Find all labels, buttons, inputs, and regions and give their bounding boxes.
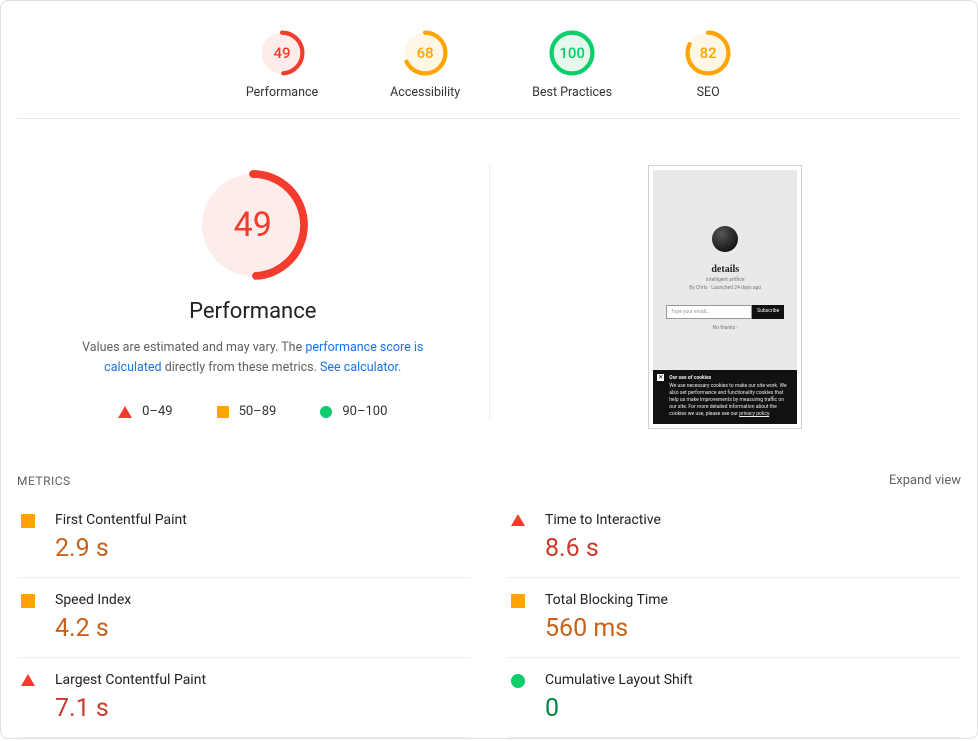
score-value: 100 [548,29,596,77]
score-performance[interactable]: 49 Performance [246,29,318,100]
score-legend: 0–49 50–89 90–100 [41,404,465,419]
triangle-red-icon [511,514,525,526]
legend-fail: 0–49 [118,404,172,419]
legend-average: 50–89 [217,404,277,419]
preview-nothanks: No thanks › [713,325,738,331]
metric-name: Cumulative Layout Shift [545,672,693,688]
page-screenshot-container: details intelligent artifice By Chris · … [490,165,962,429]
metrics-header: METRICS Expand view [17,469,961,498]
metric-total-blocking-time[interactable]: Total Blocking Time 560 ms [507,578,961,658]
expand-view-button[interactable]: Expand view [889,473,961,488]
score-value: 49 [258,29,306,77]
metric-value: 0 [545,694,693,723]
square-orange-icon [511,594,525,608]
metric-value: 2.9 s [55,534,187,563]
desc-text: Values are estimated and may vary. The [82,340,305,355]
preview-title: details [711,264,739,275]
preview-email-input: Type your email… [666,305,752,319]
square-orange-icon [217,406,229,418]
see-calculator-link[interactable]: See calculator. [320,360,401,375]
score-label: Accessibility [390,85,460,100]
metric-value: 8.6 s [545,534,661,563]
score-value: 82 [684,29,732,77]
preview-cookie-link: privacy policy [739,411,769,417]
metric-speed-index[interactable]: Speed Index 4.2 s [17,578,471,658]
metric-value: 4.2 s [55,614,131,643]
legend-range: 0–49 [142,404,172,419]
page-screenshot: details intelligent artifice By Chris · … [648,165,802,429]
gauge-seo: 82 [684,29,732,77]
metric-name: Time to Interactive [545,512,661,528]
preview-logo-icon [712,226,738,252]
metric-value: 560 ms [545,614,668,643]
score-seo[interactable]: 82 SEO [684,29,732,100]
category-title: Performance [41,299,465,324]
score-accessibility[interactable]: 68 Accessibility [390,29,460,100]
square-orange-icon [21,594,35,608]
score-value-large: 49 [193,165,313,285]
preview-cookie-close-icon: ✕ [657,374,664,381]
score-best-practices[interactable]: 100 Best Practices [532,29,612,100]
category-description: Values are estimated and may vary. The p… [53,338,453,378]
preview-cookie-title: Our use of cookies [669,375,791,382]
gauge-best-practices: 100 [548,29,596,77]
category-detail-left: 49 Performance Values are estimated and … [17,165,490,419]
gauge-performance: 49 [258,29,306,77]
circle-green-icon [320,406,332,418]
metrics-grid: First Contentful Paint 2.9 s Time to Int… [17,498,961,738]
metric-largest-contentful-paint[interactable]: Largest Contentful Paint 7.1 s [17,658,471,738]
preview-cookie-body: We use necessary cookies to make our sit… [669,383,786,417]
gauge-performance-large: 49 [193,165,313,285]
score-label: Best Practices [532,85,612,100]
lighthouse-report-card: 49 Performance 68 Accessibility 100 [0,0,978,739]
metric-name: First Contentful Paint [55,512,187,528]
legend-pass: 90–100 [320,404,387,419]
metric-name: Speed Index [55,592,131,608]
metrics-title: METRICS [17,474,71,488]
scores-row: 49 Performance 68 Accessibility 100 [17,17,961,119]
metric-name: Total Blocking Time [545,592,668,608]
score-value: 68 [401,29,449,77]
desc-text: directly from these metrics. [162,360,320,375]
score-label: Performance [246,85,318,100]
metric-name: Largest Contentful Paint [55,672,206,688]
preview-subtitle: intelligent artifice [706,277,744,283]
preview-email-row: Type your email… Subscribe [666,305,784,319]
circle-green-icon [511,674,525,688]
triangle-red-icon [21,674,35,686]
preview-cookie-banner: ✕ Our use of cookies We use necessary co… [653,370,797,424]
legend-range: 90–100 [342,404,387,419]
preview-subscribe-button: Subscribe [752,305,784,319]
triangle-red-icon [118,406,132,418]
square-orange-icon [21,514,35,528]
score-label: SEO [684,85,732,100]
legend-range: 50–89 [239,404,277,419]
preview-byline: By Chris · Launched 24 days ago [689,285,761,291]
category-detail-section: 49 Performance Values are estimated and … [17,119,961,469]
metric-time-to-interactive[interactable]: Time to Interactive 8.6 s [507,498,961,578]
metric-value: 7.1 s [55,694,206,723]
metric-cumulative-layout-shift[interactable]: Cumulative Layout Shift 0 [507,658,961,738]
gauge-accessibility: 68 [401,29,449,77]
metric-first-contentful-paint[interactable]: First Contentful Paint 2.9 s [17,498,471,578]
